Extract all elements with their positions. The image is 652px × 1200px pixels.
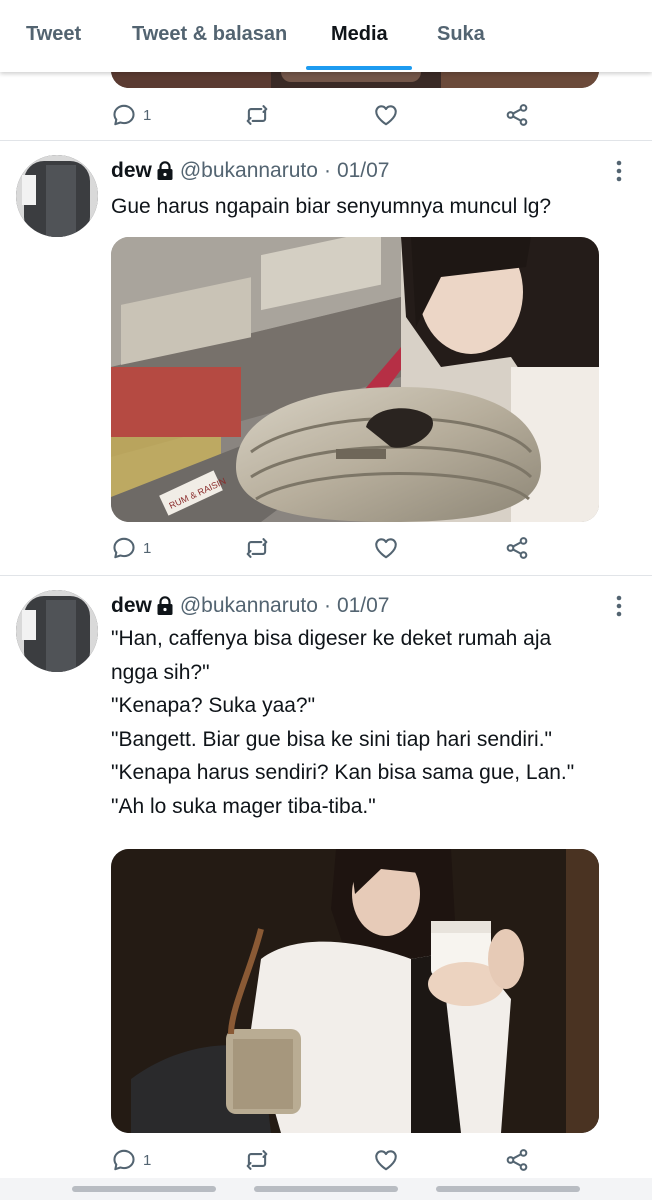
tweet-text-line: "Kenapa? Suka yaa?" bbox=[111, 694, 316, 717]
reply-icon bbox=[111, 1147, 137, 1173]
share-button[interactable] bbox=[504, 1147, 530, 1173]
tab-media[interactable]: Media bbox=[331, 0, 388, 68]
reply-count: 1 bbox=[143, 106, 152, 124]
reply-count: 1 bbox=[143, 539, 152, 557]
photo-girl-bag-icecream: RUM & RAISIN bbox=[111, 237, 599, 522]
share-icon bbox=[504, 102, 530, 128]
tweet-author: dew @bukannaruto · 01/07 bbox=[111, 159, 390, 183]
tweet-divider bbox=[0, 575, 652, 576]
share-icon bbox=[504, 535, 530, 561]
like-icon bbox=[373, 1147, 399, 1173]
retweet-button[interactable] bbox=[244, 1147, 270, 1173]
more-icon[interactable] bbox=[610, 159, 628, 183]
photo-girl-coffee bbox=[111, 849, 599, 1133]
like-button[interactable] bbox=[373, 102, 399, 128]
tweet-author: dew @bukannaruto · 01/07 bbox=[111, 594, 390, 618]
lock-icon bbox=[156, 596, 174, 616]
tweet-text-line: "Han, caffenya bisa digeser ke deket rum… bbox=[111, 627, 552, 650]
tweet-date[interactable]: 01/07 bbox=[337, 594, 390, 618]
author-name[interactable]: dew bbox=[111, 159, 152, 183]
separator: · bbox=[323, 159, 331, 182]
avatar[interactable] bbox=[16, 590, 98, 672]
tweet-text: Gue harus ngapain biar senyumnya muncul … bbox=[111, 190, 631, 224]
reply-button[interactable]: 1 bbox=[111, 102, 151, 128]
like-icon bbox=[373, 535, 399, 561]
reply-button[interactable]: 1 bbox=[111, 1147, 151, 1173]
author-name[interactable]: dew bbox=[111, 594, 152, 618]
tab-tweet-replies[interactable]: Tweet & balasan bbox=[132, 0, 287, 68]
author-handle[interactable]: @bukannaruto bbox=[180, 159, 318, 183]
like-button[interactable] bbox=[373, 1147, 399, 1173]
nav-handle[interactable] bbox=[72, 1186, 216, 1192]
retweet-icon bbox=[244, 102, 270, 128]
tweet-divider bbox=[0, 140, 652, 141]
share-button[interactable] bbox=[504, 535, 530, 561]
avatar-photo bbox=[16, 590, 98, 672]
reply-icon bbox=[111, 535, 137, 561]
like-button[interactable] bbox=[373, 535, 399, 561]
share-icon bbox=[504, 1147, 530, 1173]
tweet-text-line: "Kenapa harus sendiri? Kan bisa sama gue… bbox=[111, 761, 575, 784]
lock-icon bbox=[156, 161, 174, 181]
retweet-button[interactable] bbox=[244, 535, 270, 561]
like-icon bbox=[373, 102, 399, 128]
tab-tweet[interactable]: Tweet bbox=[26, 0, 81, 68]
nav-handle[interactable] bbox=[436, 1186, 580, 1192]
tweet-actions: 1 bbox=[0, 1147, 652, 1177]
avatar-photo bbox=[16, 155, 98, 237]
retweet-button[interactable] bbox=[244, 102, 270, 128]
tweet-image[interactable]: RUM & RAISIN bbox=[111, 237, 599, 522]
tweet-text-line: "Ah lo suka mager tiba-tiba." bbox=[111, 794, 376, 818]
retweet-icon bbox=[244, 1147, 270, 1173]
active-tab-indicator bbox=[306, 66, 412, 70]
nav-handle[interactable] bbox=[254, 1186, 398, 1192]
retweet-icon bbox=[244, 535, 270, 561]
tweet-date[interactable]: 01/07 bbox=[337, 159, 390, 183]
reply-button[interactable]: 1 bbox=[111, 535, 151, 561]
tweet-text-line: "Bangett. Biar gue bisa ke sini tiap har… bbox=[111, 727, 552, 751]
separator: · bbox=[323, 594, 331, 617]
more-icon[interactable] bbox=[610, 594, 628, 618]
tweet-text: "Han, caffenya bisa digeser ke deket rum… bbox=[111, 622, 631, 823]
reply-count: 1 bbox=[143, 1151, 152, 1169]
tweet-actions: 1 bbox=[0, 535, 652, 565]
author-handle[interactable]: @bukannaruto bbox=[180, 594, 318, 618]
tweet-actions-top: 1 bbox=[0, 102, 652, 132]
share-button[interactable] bbox=[504, 102, 530, 128]
reply-icon bbox=[111, 102, 137, 128]
tweet-image[interactable] bbox=[111, 849, 599, 1133]
tweet-text-line: Gue harus ngapain biar senyumnya muncul … bbox=[111, 195, 552, 218]
tweet-text-line: ngga sih?" bbox=[111, 660, 210, 684]
avatar[interactable] bbox=[16, 155, 98, 237]
profile-tab-bar: Tweet Tweet & balasan Media Suka bbox=[0, 0, 652, 72]
tab-likes[interactable]: Suka bbox=[437, 0, 485, 68]
